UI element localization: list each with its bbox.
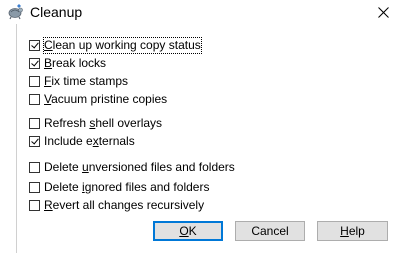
option-label: Revert all changes recursively	[44, 198, 205, 212]
checkbox[interactable]	[29, 136, 40, 147]
option-break-locks[interactable]: Break locks	[29, 56, 106, 71]
ok-button-label: OK	[179, 224, 197, 238]
option-label: Refresh shell overlays	[44, 116, 163, 130]
option-delete-unversioned[interactable]: Delete unversioned files and folders	[29, 160, 235, 175]
option-fix-time-stamps[interactable]: Fix time stamps	[29, 74, 128, 89]
option-vacuum-pristine[interactable]: Vacuum pristine copies	[29, 92, 167, 107]
checkbox[interactable]	[29, 200, 40, 211]
checkbox[interactable]	[29, 118, 40, 129]
title-bar: Cleanup	[0, 0, 400, 24]
cancel-button-label: Cancel	[251, 224, 289, 238]
option-cleanup-working-copy[interactable]: Clean up working copy status	[29, 37, 202, 54]
option-label: Clean up working copy status	[43, 37, 202, 54]
cleanup-dialog: Cleanup Clean up working copy status Bre…	[0, 0, 400, 253]
option-label: Delete unversioned files and folders	[44, 160, 235, 174]
checkbox[interactable]	[29, 76, 40, 87]
help-button[interactable]: Help	[317, 221, 388, 241]
checkbox[interactable]	[29, 40, 40, 51]
cancel-button[interactable]: Cancel	[235, 221, 305, 241]
option-revert-all[interactable]: Revert all changes recursively	[29, 198, 204, 213]
checkbox[interactable]	[29, 58, 40, 69]
checkbox[interactable]	[29, 162, 40, 173]
tortoise-icon	[6, 3, 24, 21]
option-label: Include externals	[44, 134, 135, 148]
option-label: Fix time stamps	[44, 74, 129, 88]
option-label: Vacuum pristine copies	[44, 92, 168, 106]
close-icon	[377, 6, 389, 18]
option-delete-ignored[interactable]: Delete ignored files and folders	[29, 180, 209, 195]
option-label: Delete ignored files and folders	[44, 180, 210, 194]
option-label: Break locks	[44, 56, 107, 70]
close-button[interactable]	[366, 0, 400, 24]
checkbox[interactable]	[29, 94, 40, 105]
help-button-label: Help	[340, 224, 365, 238]
option-refresh-shell-overlays[interactable]: Refresh shell overlays	[29, 116, 162, 131]
dialog-left-border	[16, 24, 17, 253]
checkbox[interactable]	[29, 182, 40, 193]
dialog-title: Cleanup	[30, 4, 83, 20]
option-include-externals[interactable]: Include externals	[29, 134, 135, 149]
ok-button[interactable]: OK	[153, 221, 223, 241]
